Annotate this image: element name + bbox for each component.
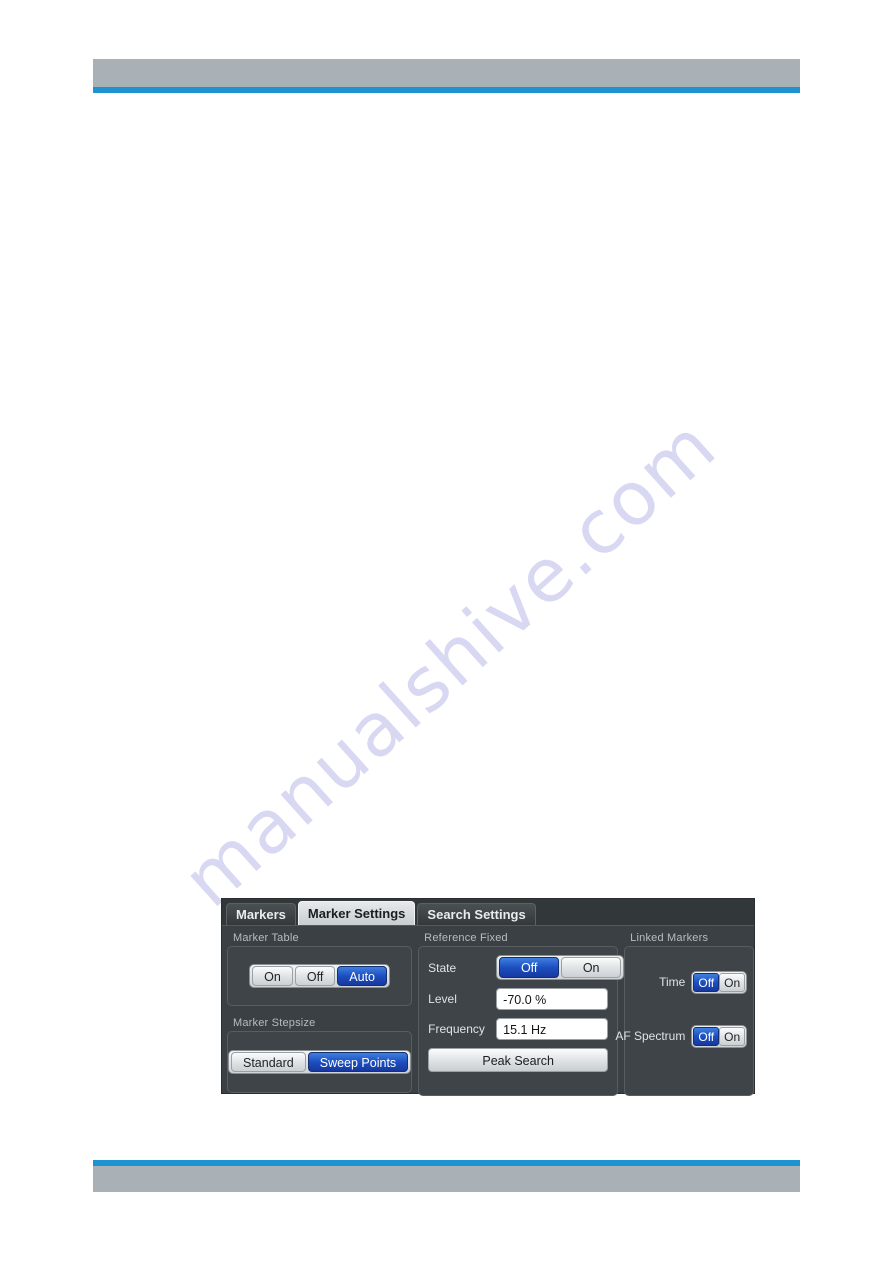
state-label: State: [428, 960, 457, 975]
time-label: Time: [659, 975, 686, 989]
tab-marker-settings[interactable]: Marker Settings: [297, 901, 416, 925]
state-on-button[interactable]: On: [561, 957, 622, 978]
af-spectrum-label: AF Spectrum: [615, 1029, 686, 1043]
reference-fixed-group-title: Reference Fixed: [424, 932, 508, 944]
page-header-bar: [93, 59, 800, 87]
af-spectrum-on-button[interactable]: On: [719, 1026, 746, 1046]
left-column: Marker Table On Off Auto Marker Stepsize…: [227, 932, 413, 1093]
marker-table-auto-button[interactable]: Auto: [337, 966, 388, 986]
level-label: Level: [428, 992, 457, 1006]
frequency-label: Frequency: [428, 1022, 485, 1036]
marker-stepsize-group: Standard Sweep Points: [227, 1031, 413, 1093]
marker-settings-dialog: Markers Marker Settings Search Settings …: [221, 898, 755, 1096]
marker-stepsize-segmented-control: Standard Sweep Points: [228, 1050, 412, 1074]
level-input[interactable]: -70.0 %: [496, 988, 609, 1010]
frequency-input[interactable]: 15.1 Hz: [496, 1018, 609, 1040]
marker-table-group: On Off Auto: [227, 946, 413, 1006]
marker-table-segmented-control: On Off Auto: [249, 964, 391, 988]
marker-stepsize-sweep-points-button[interactable]: Sweep Points: [307, 1052, 409, 1072]
dialog-body: Marker Table On Off Auto Marker Stepsize…: [222, 926, 755, 1096]
linked-markers-af-spectrum-row: AF Spectrum Off On: [615, 1009, 748, 1063]
marker-table-group-title: Marker Table: [233, 932, 299, 944]
tab-markers[interactable]: Markers: [226, 903, 296, 925]
af-spectrum-off-button[interactable]: Off: [693, 1026, 720, 1046]
reference-fixed-state-toggle: Off On: [496, 955, 625, 980]
reference-fixed-frequency-row: Frequency 15.1 Hz: [428, 1018, 609, 1040]
marker-table-off-button[interactable]: Off: [294, 966, 336, 986]
af-spectrum-toggle: Off On: [691, 1024, 748, 1048]
tab-search-settings[interactable]: Search Settings: [417, 903, 536, 925]
dialog-tabstrip: Markers Marker Settings Search Settings: [222, 899, 754, 926]
page-header-rule: [93, 87, 800, 93]
linked-markers-time-row: Time Off On: [631, 955, 748, 1009]
marker-stepsize-group-title: Marker Stepsize: [233, 1017, 316, 1029]
reference-fixed-group: State Off On Level -70.0 % Frequency 15.…: [418, 946, 625, 1096]
time-toggle: Off On: [691, 970, 748, 994]
watermark: manualshive.com: [167, 402, 733, 924]
time-off-button[interactable]: Off: [693, 972, 720, 992]
linked-markers-group: Time Off On AF Spectrum Off On: [615, 946, 755, 1096]
reference-fixed-level-row: Level -70.0 %: [428, 988, 609, 1010]
page-footer-bar: [93, 1166, 800, 1192]
right-column: Linked Markers Time Off On AF Spectrum O…: [615, 932, 755, 1096]
time-on-button[interactable]: On: [719, 972, 746, 992]
marker-stepsize-standard-button[interactable]: Standard: [231, 1052, 306, 1072]
state-off-button[interactable]: Off: [499, 957, 560, 978]
linked-markers-group-title: Linked Markers: [630, 932, 709, 944]
reference-fixed-state-row: State Off On: [428, 955, 625, 980]
peak-search-button[interactable]: Peak Search: [428, 1048, 609, 1072]
middle-column: Reference Fixed State Off On Level -70.0…: [418, 932, 625, 1096]
marker-table-on-button[interactable]: On: [252, 966, 293, 986]
